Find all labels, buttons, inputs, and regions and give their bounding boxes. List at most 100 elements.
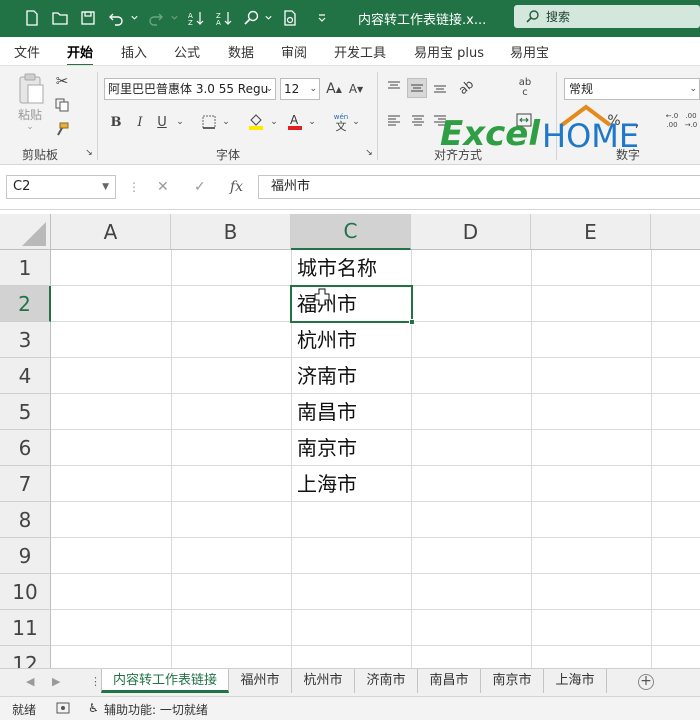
font-name-select[interactable]: 阿里巴巴普惠体 3.0 55 Regu ⌄ — [104, 78, 276, 100]
increase-font-icon[interactable]: A ▲ — [324, 78, 344, 100]
underline-dropdown-icon[interactable]: ⌄ — [174, 112, 186, 132]
bold-icon[interactable]: B — [108, 112, 124, 132]
redo-dropdown-icon[interactable] — [168, 9, 180, 27]
cell-c6[interactable]: 南京市 — [291, 430, 357, 466]
print-preview-icon[interactable] — [280, 9, 300, 27]
cell-c4[interactable]: 济南市 — [291, 358, 357, 394]
sheet-tab-links[interactable]: 内容转工作表链接 — [101, 669, 229, 693]
increase-decimal-icon[interactable]: ←.0.00 — [662, 110, 682, 132]
row-header-12[interactable]: 12 — [0, 646, 51, 668]
borders-icon[interactable] — [200, 112, 218, 132]
align-top-icon[interactable] — [385, 78, 403, 96]
sort-descending-icon[interactable]: ZA — [214, 9, 234, 27]
name-box-dropdown-icon[interactable]: ▼ — [102, 176, 109, 198]
tab-home[interactable]: 开始 — [67, 42, 94, 67]
macro-record-icon[interactable] — [56, 702, 70, 717]
tab-yiyongbao[interactable]: 易用宝 — [510, 42, 549, 61]
redo-icon[interactable] — [146, 9, 166, 27]
clipboard-launcher-icon[interactable]: ↘ — [84, 148, 94, 158]
formula-input[interactable]: 福州市 — [258, 175, 700, 199]
paste-icon[interactable] — [14, 72, 48, 106]
sheet-tab-nanchang[interactable]: 南昌市 — [418, 669, 481, 693]
row-header-10[interactable]: 10 — [0, 574, 51, 610]
column-header-f[interactable] — [651, 214, 700, 250]
font-color-dropdown-icon[interactable]: ⌄ — [306, 112, 318, 132]
cell-c5[interactable]: 南昌市 — [291, 394, 357, 430]
tab-file[interactable]: 文件 — [14, 42, 40, 61]
decrease-decimal-icon[interactable]: .00 →.0 — [682, 110, 700, 132]
column-header-b[interactable]: B — [171, 214, 291, 250]
underline-icon[interactable]: U — [154, 112, 170, 132]
orientation-icon[interactable]: ab — [453, 74, 480, 101]
customize-toolbar-icon[interactable] — [312, 9, 332, 27]
undo-icon[interactable] — [106, 9, 126, 27]
number-format-select[interactable]: 常规 ⌄ — [564, 78, 700, 100]
column-header-c[interactable]: C — [291, 214, 411, 250]
format-painter-icon[interactable] — [52, 120, 72, 138]
undo-dropdown-icon[interactable] — [128, 9, 140, 27]
column-header-d[interactable]: D — [411, 214, 531, 250]
new-file-icon[interactable] — [22, 9, 42, 27]
tab-formulas[interactable]: 公式 — [174, 42, 200, 61]
sheet-next-icon[interactable]: ▶ — [52, 675, 60, 688]
row-header-11[interactable]: 11 — [0, 610, 51, 646]
cancel-formula-icon[interactable]: ✕ — [157, 179, 169, 195]
italic-icon[interactable]: I — [132, 112, 148, 132]
row-header-7[interactable]: 7 — [0, 466, 51, 502]
row-header-4[interactable]: 4 — [0, 358, 51, 394]
name-box[interactable]: C2 ▼ — [6, 175, 116, 199]
tab-review[interactable]: 审阅 — [281, 42, 307, 61]
align-center-icon[interactable] — [409, 112, 427, 130]
find-dropdown-icon[interactable] — [262, 9, 274, 27]
align-middle-icon[interactable] — [407, 78, 427, 98]
save-icon[interactable] — [78, 9, 98, 27]
cut-icon[interactable]: ✂ — [52, 72, 72, 90]
fill-color-icon[interactable] — [246, 110, 266, 132]
column-header-a[interactable]: A — [51, 214, 171, 250]
phonetic-dropdown-icon[interactable]: ⌄ — [350, 112, 362, 132]
status-accessibility[interactable]: 辅助功能: 一切就绪 — [104, 701, 208, 718]
row-header-6[interactable]: 6 — [0, 430, 51, 466]
sheet-tab-nanjing[interactable]: 南京市 — [481, 669, 544, 693]
tab-yiyongbao-plus[interactable]: 易用宝 plus — [414, 42, 484, 61]
row-header-3[interactable]: 3 — [0, 322, 51, 358]
insert-function-icon[interactable]: fx — [230, 179, 243, 195]
worksheet-grid[interactable]: A B C D E 1 2 3 4 5 6 7 8 9 10 11 12 城市名… — [0, 214, 700, 668]
sheet-tab-jinan[interactable]: 济南市 — [355, 669, 418, 693]
sheet-more-icon[interactable]: ⋮ — [90, 675, 101, 688]
paste-dropdown-icon[interactable]: ⌄ — [24, 122, 36, 132]
align-bottom-icon[interactable] — [431, 78, 449, 96]
row-header-1[interactable]: 1 — [0, 250, 51, 286]
sheet-tab-shanghai[interactable]: 上海市 — [544, 669, 607, 693]
phonetic-icon[interactable]: wén 文 — [330, 110, 352, 134]
confirm-formula-icon[interactable]: ✓ — [194, 179, 206, 195]
add-sheet-icon[interactable]: + — [638, 674, 654, 690]
sheet-tab-fuzhou[interactable]: 福州市 — [229, 669, 292, 693]
wrap-text-icon[interactable]: ab c — [514, 76, 536, 100]
font-size-select[interactable]: 12 ⌄ — [280, 78, 320, 100]
column-header-e[interactable]: E — [531, 214, 651, 250]
align-left-icon[interactable] — [385, 112, 403, 130]
paste-label[interactable]: 粘贴 — [18, 106, 42, 123]
sheet-tab-hangzhou[interactable]: 杭州市 — [292, 669, 355, 693]
find-icon[interactable] — [242, 9, 262, 27]
copy-icon[interactable] — [52, 96, 72, 114]
fill-color-dropdown-icon[interactable]: ⌄ — [268, 112, 280, 132]
accessibility-icon[interactable]: ♿ — [88, 701, 99, 715]
row-header-2[interactable]: 2 — [0, 286, 51, 322]
row-header-9[interactable]: 9 — [0, 538, 51, 574]
sheet-prev-icon[interactable]: ◀ — [26, 675, 34, 688]
cell-c3[interactable]: 杭州市 — [291, 322, 357, 358]
tab-developer[interactable]: 开发工具 — [334, 42, 386, 61]
select-all-corner[interactable] — [0, 214, 51, 250]
row-header-5[interactable]: 5 — [0, 394, 51, 430]
borders-dropdown-icon[interactable]: ⌄ — [220, 112, 232, 132]
cell-c1[interactable]: 城市名称 — [291, 250, 377, 286]
font-launcher-icon[interactable]: ↘ — [364, 148, 374, 158]
search-box[interactable]: 搜索 — [514, 5, 700, 28]
fill-handle[interactable] — [409, 319, 415, 325]
row-header-8[interactable]: 8 — [0, 502, 51, 538]
font-color-icon[interactable]: A — [286, 110, 304, 132]
open-folder-icon[interactable] — [50, 9, 70, 27]
tab-data[interactable]: 数据 — [228, 42, 254, 61]
